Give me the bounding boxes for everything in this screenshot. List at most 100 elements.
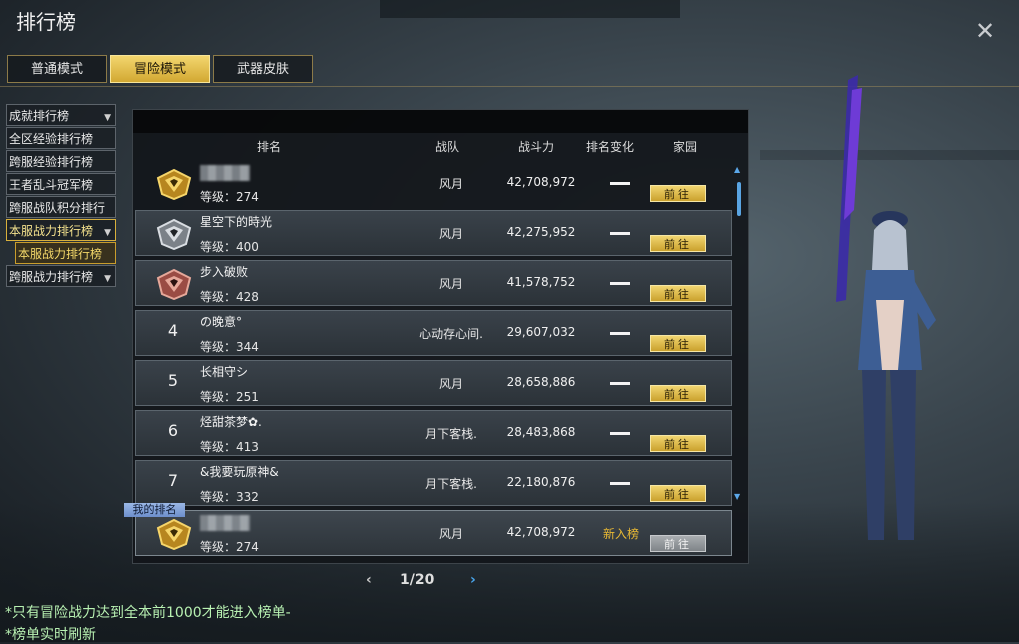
player-power: 28,658,886 xyxy=(506,375,576,389)
player-team: 月下客栈. xyxy=(425,477,477,491)
go-home-button[interactable]: 前往 xyxy=(650,485,706,502)
go-home-button[interactable]: 前往 xyxy=(650,185,706,202)
go-home-button[interactable]: 前往 xyxy=(650,385,706,402)
player-power: 42,708,972 xyxy=(506,525,576,539)
player-team: 月下客栈. xyxy=(425,427,477,441)
go-home-button[interactable]: 前往 xyxy=(650,335,706,352)
sidebar-item-label: 跨服战队积分排行 xyxy=(9,201,106,215)
player-power: 28,483,868 xyxy=(506,425,576,439)
go-home-button[interactable]: 前往 xyxy=(650,235,706,252)
rank-change-dash xyxy=(610,482,630,485)
sidebar-item-cross-power[interactable]: 跨服战力排行榜 ▼ xyxy=(6,265,116,287)
table-row: 6 烃甜茶梦✿. 等级：413 月下客栈. 28,483,868 前往 xyxy=(135,410,732,456)
header-team: 战队 xyxy=(435,140,460,154)
player-level: 等级：251 xyxy=(200,390,259,404)
character-illustration xyxy=(836,75,936,540)
player-name: &我要玩原神& xyxy=(200,465,279,479)
rank-number: 6 xyxy=(167,421,179,440)
rank-number: 7 xyxy=(167,471,179,490)
rank-number: 4 xyxy=(167,321,179,340)
sidebar-item-king-brawl[interactable]: 王者乱斗冠军榜 xyxy=(6,173,116,195)
tab-adventure-mode[interactable]: 冒险模式 xyxy=(110,55,210,83)
player-team: 风月 xyxy=(438,277,463,291)
table-row: 星空下的時光 等级：400 风月 42,275,952 前往 xyxy=(135,210,732,256)
table-row: 步入破败等级：428 风月 41,578,752 前往 xyxy=(135,260,732,306)
my-rank-row: 等级：274 风月 42,708,972 新入榜 前往 xyxy=(135,510,732,556)
rank-change-dash xyxy=(610,232,630,235)
mode-tabs: 普通模式 冒险模式 武器皮肤 xyxy=(7,55,316,83)
player-name: 长相守シ xyxy=(200,365,249,379)
sidebar-item-server-power[interactable]: 本服战力排行榜 ▼ xyxy=(6,219,116,241)
rank-change-dash xyxy=(610,332,630,335)
player-power: 42,708,972 xyxy=(506,175,576,189)
player-power: 29,607,032 xyxy=(506,325,576,339)
sidebar-item-all-exp[interactable]: 全区经验排行榜 xyxy=(6,127,116,149)
player-level: 等级：428 xyxy=(200,290,259,304)
player-power: 41,578,752 xyxy=(506,275,576,289)
table-row: 等级：274 风月 42,708,972 前往 xyxy=(135,160,732,206)
rank-change-dash xyxy=(610,432,630,435)
go-home-button[interactable]: 前往 xyxy=(650,535,706,552)
rank-change-status: 新入榜 xyxy=(602,527,639,541)
background-beam xyxy=(380,0,680,18)
player-team: 心动存心间. xyxy=(419,327,483,341)
tab-normal-mode[interactable]: 普通模式 xyxy=(7,55,107,83)
player-team: 风月 xyxy=(438,377,463,391)
my-rank-tag: 我的排名 xyxy=(124,503,185,517)
player-name: 星空下的時光 xyxy=(200,215,273,229)
tab-weapon-skin[interactable]: 武器皮肤 xyxy=(213,55,313,83)
next-page-button[interactable]: › xyxy=(470,572,476,588)
sidebar-item-achievement[interactable]: 成就排行榜 ▼ xyxy=(6,104,116,126)
rank-change-dash xyxy=(610,382,630,385)
player-name: 步入破败 xyxy=(200,265,249,279)
player-level: 等级：400 xyxy=(200,240,259,254)
page-indicator: 1/20 xyxy=(400,572,435,588)
player-team: 风月 xyxy=(438,527,463,541)
panel-header-bar xyxy=(133,110,748,133)
sidebar: 成就排行榜 ▼ 全区经验排行榜 跨服经验排行榜 王者乱斗冠军榜 跨服战队积分排行 … xyxy=(6,104,116,288)
note-text: *只有冒险战力达到全本前1000才能进入榜单- xyxy=(5,605,291,621)
sidebar-item-label: 本服战力排行榜 xyxy=(18,247,103,261)
rank-badge-icon xyxy=(156,518,192,551)
sidebar-item-label: 跨服战力排行榜 xyxy=(9,270,94,284)
rank-badge-icon xyxy=(156,218,192,251)
sidebar-item-label: 成就排行榜 xyxy=(9,109,70,123)
player-power: 42,275,952 xyxy=(506,225,576,239)
sidebar-item-label: 全区经验排行榜 xyxy=(9,132,94,146)
sidebar-item-cross-exp[interactable]: 跨服经验排行榜 xyxy=(6,150,116,172)
player-level: 等级：274 xyxy=(200,190,259,204)
rank-change-dash xyxy=(610,282,630,285)
go-home-button[interactable]: 前往 xyxy=(650,435,706,452)
go-home-button[interactable]: 前往 xyxy=(650,285,706,302)
header-rank: 排名 xyxy=(257,140,282,154)
ranking-panel: 排名 战队 战斗力 排名变化 家园 等级：274 风月 42,708,972 前往 星空… xyxy=(132,109,749,564)
rank-badge-icon xyxy=(156,168,192,201)
sidebar-item-label: 跨服经验排行榜 xyxy=(9,155,94,169)
prev-page-button[interactable]: ‹ xyxy=(366,572,372,588)
close-icon[interactable]: ✕ xyxy=(974,19,996,43)
player-name: 烃甜茶梦✿. xyxy=(200,415,262,429)
rank-number: 5 xyxy=(167,371,179,390)
player-level: 等级：344 xyxy=(200,340,259,354)
chevron-down-icon: ▼ xyxy=(104,274,111,284)
player-name-blurred xyxy=(200,515,250,531)
player-name-blurred xyxy=(200,165,250,181)
player-team: 风月 xyxy=(438,227,463,241)
scrollbar-thumb[interactable] xyxy=(737,182,741,216)
player-power: 22,180,876 xyxy=(506,475,576,489)
sidebar-subitem-server-power[interactable]: 本服战力排行榜 xyxy=(15,242,116,264)
header-home: 家园 xyxy=(673,140,698,154)
player-name: の晚意° xyxy=(200,315,243,329)
chevron-down-icon: ▼ xyxy=(104,113,111,123)
player-level: 等级：332 xyxy=(200,490,259,504)
sidebar-item-cross-team[interactable]: 跨服战队积分排行 xyxy=(6,196,116,218)
scroll-up-icon[interactable]: ▲ xyxy=(734,165,740,174)
scroll-down-icon[interactable]: ▼ xyxy=(734,492,740,501)
sidebar-item-label: 本服战力排行榜 xyxy=(9,224,94,238)
header-change: 排名变化 xyxy=(586,140,635,154)
player-level: 等级：413 xyxy=(200,440,259,454)
chevron-down-icon: ▼ xyxy=(104,228,111,238)
rank-change-dash xyxy=(610,182,630,185)
table-row: 7 &我要玩原神& 等级：332 月下客栈. 22,180,876 前往 xyxy=(135,460,732,506)
rank-badge-icon xyxy=(156,268,192,301)
